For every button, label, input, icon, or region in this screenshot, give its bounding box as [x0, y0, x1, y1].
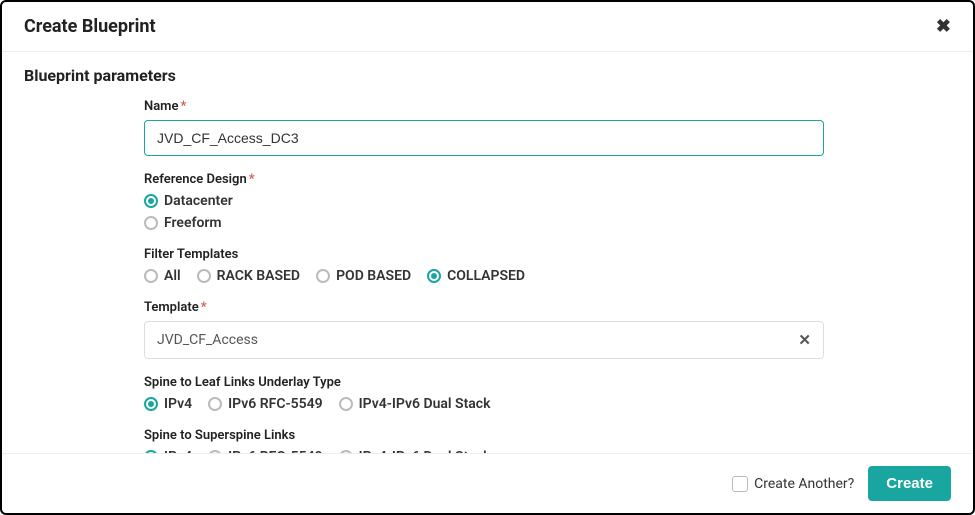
form-column: Name* Reference Design* Datacenter Freef — [144, 99, 844, 453]
modal-header: Create Blueprint ✖ — [2, 2, 973, 52]
radio-dot-icon — [339, 397, 353, 411]
radio-spine-leaf-ipv4[interactable]: IPv4 — [144, 396, 192, 412]
radio-dot-icon — [316, 269, 330, 283]
modal-footer: Create Another? Create — [2, 453, 973, 513]
spine-leaf-options: IPv4 IPv6 RFC-5549 IPv4-IPv6 Dual Stack — [144, 396, 844, 412]
required-asterisk: * — [201, 300, 207, 315]
reference-design-options: Datacenter Freeform — [144, 193, 844, 231]
radio-filter-all-label: All — [164, 268, 181, 284]
radio-filter-pod[interactable]: POD BASED — [316, 268, 411, 284]
name-label: Name* — [144, 99, 844, 114]
clear-icon[interactable]: ✕ — [798, 331, 811, 349]
field-template: Template* JVD_CF_Access ✕ — [144, 300, 844, 359]
template-select[interactable]: JVD_CF_Access ✕ — [144, 321, 824, 359]
close-icon[interactable]: ✖ — [936, 16, 951, 37]
section-title: Blueprint parameters — [24, 66, 951, 85]
radio-filter-rack[interactable]: RACK BASED — [197, 268, 300, 284]
template-selected-value: JVD_CF_Access — [157, 332, 258, 348]
filter-templates-label: Filter Templates — [144, 247, 844, 262]
reference-design-label: Reference Design* — [144, 172, 844, 187]
field-spine-superspine: Spine to Superspine Links IPv4 IPv6 RFC-… — [144, 428, 844, 453]
radio-spine-leaf-dual[interactable]: IPv4-IPv6 Dual Stack — [339, 396, 491, 412]
radio-spine-leaf-dual-label: IPv4-IPv6 Dual Stack — [359, 396, 491, 412]
radio-datacenter-label: Datacenter — [164, 193, 233, 209]
create-blueprint-modal: Create Blueprint ✖ Blueprint parameters … — [0, 0, 975, 515]
required-asterisk: * — [180, 99, 186, 114]
radio-freeform[interactable]: Freeform — [144, 215, 844, 231]
spine-leaf-label: Spine to Leaf Links Underlay Type — [144, 375, 844, 390]
field-spine-leaf: Spine to Leaf Links Underlay Type IPv4 I… — [144, 375, 844, 412]
radio-dot-icon — [144, 397, 158, 411]
field-name: Name* — [144, 99, 844, 156]
radio-spine-leaf-rfc5549[interactable]: IPv6 RFC-5549 — [208, 396, 322, 412]
create-another-label: Create Another? — [754, 476, 854, 492]
radio-spine-leaf-ipv4-label: IPv4 — [164, 396, 192, 412]
radio-datacenter[interactable]: Datacenter — [144, 193, 844, 209]
radio-filter-rack-label: RACK BASED — [217, 268, 300, 284]
field-filter-templates: Filter Templates All RACK BASED POD BASE… — [144, 247, 844, 284]
radio-filter-collapsed[interactable]: COLLAPSED — [427, 268, 525, 284]
radio-dot-icon — [144, 450, 158, 453]
radio-filter-collapsed-label: COLLAPSED — [447, 268, 525, 284]
radio-dot-icon — [208, 397, 222, 411]
filter-templates-options: All RACK BASED POD BASED COLLAPSED — [144, 268, 844, 284]
create-another-checkbox[interactable]: Create Another? — [732, 476, 854, 492]
name-label-text: Name — [144, 99, 178, 114]
radio-freeform-label: Freeform — [164, 215, 222, 231]
field-reference-design: Reference Design* Datacenter Freeform — [144, 172, 844, 231]
radio-dot-icon — [208, 450, 222, 453]
modal-title: Create Blueprint — [24, 16, 156, 37]
radio-dot-icon — [427, 269, 441, 283]
radio-dot-icon — [339, 450, 353, 453]
radio-spine-leaf-rfc5549-label: IPv6 RFC-5549 — [228, 396, 322, 412]
radio-filter-pod-label: POD BASED — [336, 268, 411, 284]
radio-dot-icon — [197, 269, 211, 283]
radio-dot-icon — [144, 269, 158, 283]
spine-superspine-label: Spine to Superspine Links — [144, 428, 844, 443]
radio-filter-all[interactable]: All — [144, 268, 181, 284]
radio-dot-icon — [144, 194, 158, 208]
radio-dot-icon — [144, 216, 158, 230]
template-label: Template* — [144, 300, 844, 315]
template-label-text: Template — [144, 300, 199, 315]
create-button[interactable]: Create — [868, 466, 951, 501]
name-input[interactable] — [144, 120, 824, 156]
checkbox-icon — [732, 476, 748, 492]
required-asterisk: * — [249, 172, 255, 187]
reference-design-label-text: Reference Design — [144, 172, 247, 187]
modal-body-scroll[interactable]: Blueprint parameters Name* Reference Des… — [2, 52, 973, 453]
